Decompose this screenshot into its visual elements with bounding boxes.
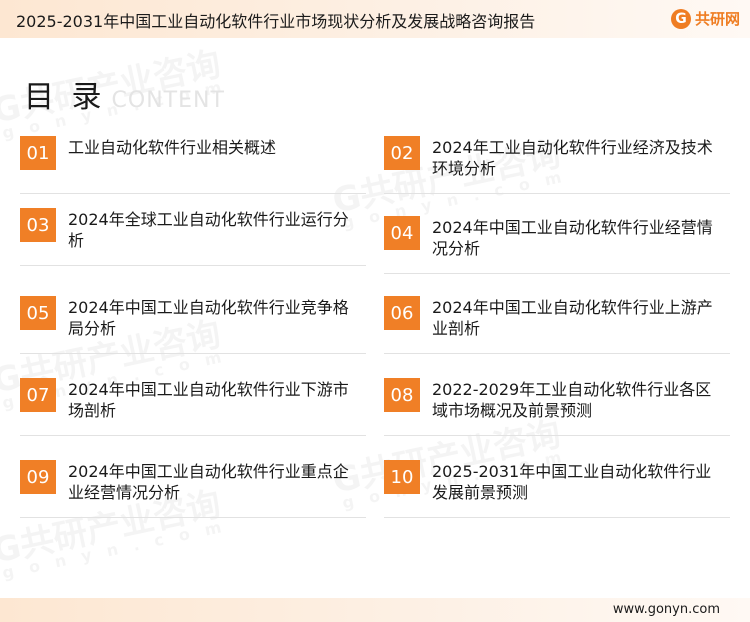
- chapter-number-badge: 09: [20, 460, 56, 494]
- chapter-number-badge: 10: [384, 460, 420, 494]
- toc-item-03[interactable]: 03 2024年全球工业自动化软件行业运行分析: [20, 200, 366, 266]
- toc-item-01[interactable]: 01 工业自动化软件行业相关概述: [20, 128, 366, 194]
- footer-bar: www.gonyn.com: [0, 598, 750, 622]
- chapter-title: 工业自动化软件行业相关概述: [68, 138, 277, 157]
- toc-item-02[interactable]: 02 2024年工业自动化软件行业经济及技术环境分析: [384, 128, 730, 194]
- brand-logo: G 共研网: [670, 8, 740, 29]
- chapter-title: 2024年工业自动化软件行业经济及技术环境分析: [432, 138, 713, 178]
- toc-item-05[interactable]: 05 2024年中国工业自动化软件行业竞争格局分析: [20, 288, 366, 354]
- chapter-title: 2024年中国工业自动化软件行业下游市场剖析: [68, 380, 349, 420]
- report-title: 2025-2031年中国工业自动化软件行业市场现状分析及发展战略咨询报告: [16, 12, 536, 31]
- chapter-number-badge: 03: [20, 208, 56, 242]
- chapter-number-badge: 01: [20, 136, 56, 170]
- header-bar: 2025-2031年中国工业自动化软件行业市场现状分析及发展战略咨询报告 G 共…: [0, 0, 750, 38]
- footer-url[interactable]: www.gonyn.com: [613, 602, 720, 617]
- logo-text: 共研网: [694, 10, 740, 28]
- toc-title: 目 录: [24, 80, 106, 115]
- toc-item-08[interactable]: 08 2022-2029年工业自动化软件行业各区域市场概况及前景预测: [384, 370, 730, 436]
- chapter-number-badge: 06: [384, 296, 420, 330]
- toc-subtitle: CONTENT: [111, 88, 225, 113]
- chapter-title: 2022-2029年工业自动化软件行业各区域市场概况及前景预测: [432, 380, 712, 420]
- toc-item-07[interactable]: 07 2024年中国工业自动化软件行业下游市场剖析: [20, 370, 366, 436]
- chapter-number-badge: 08: [384, 378, 420, 412]
- toc-item-10[interactable]: 10 2025-2031年中国工业自动化软件行业发展前景预测: [384, 452, 730, 518]
- toc-item-06[interactable]: 06 2024年中国工业自动化软件行业上游产业剖析: [384, 288, 730, 354]
- chapter-number-badge: 02: [384, 136, 420, 170]
- chapter-title: 2024年全球工业自动化软件行业运行分析: [68, 210, 349, 250]
- chapter-number-badge: 04: [384, 216, 420, 250]
- chapter-number-badge: 07: [20, 378, 56, 412]
- toc-item-04[interactable]: 04 2024年中国工业自动化软件行业经营情况分析: [384, 208, 730, 274]
- logo-mark-icon: G: [670, 8, 691, 29]
- chapter-title: 2024年中国工业自动化软件行业重点企业经营情况分析: [68, 462, 349, 502]
- chapter-title: 2024年中国工业自动化软件行业上游产业剖析: [432, 298, 713, 338]
- chapter-title: 2024年中国工业自动化软件行业经营情况分析: [432, 218, 713, 258]
- toc-heading: 目 录 CONTENT: [24, 72, 225, 116]
- chapter-number-badge: 05: [20, 296, 56, 330]
- chapter-title: 2025-2031年中国工业自动化软件行业发展前景预测: [432, 462, 712, 502]
- watermark-domain: g o n y n . c o m: [1, 516, 228, 582]
- toc-item-09[interactable]: 09 2024年中国工业自动化软件行业重点企业经营情况分析: [20, 452, 366, 518]
- chapter-title: 2024年中国工业自动化软件行业竞争格局分析: [68, 298, 349, 338]
